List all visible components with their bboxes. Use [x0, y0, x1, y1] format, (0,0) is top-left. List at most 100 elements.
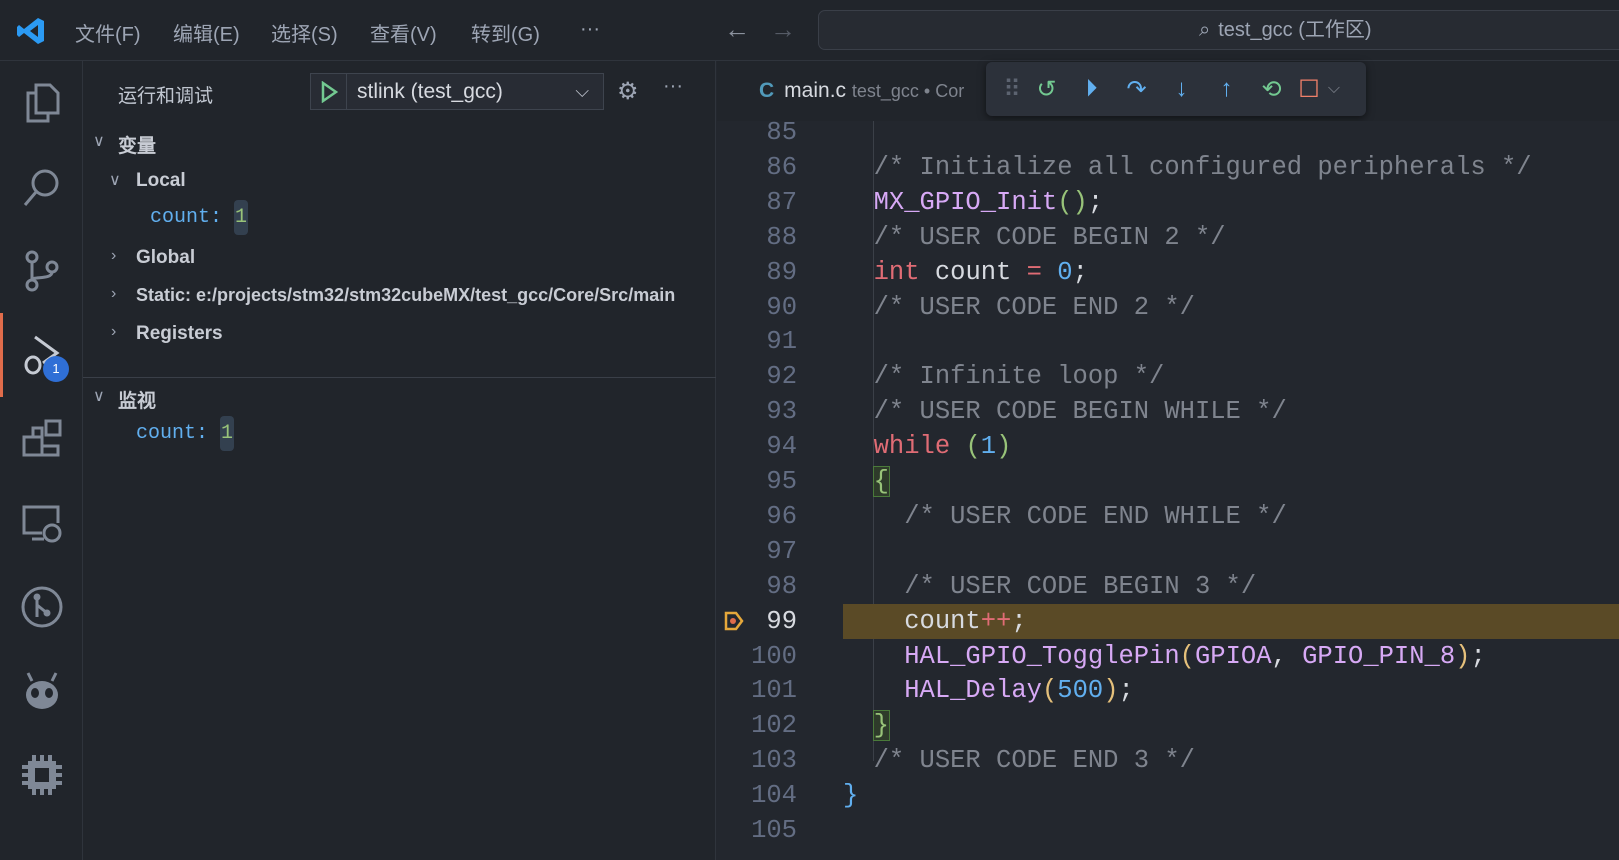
- code-line[interactable]: 101 HAL_Delay(500);: [717, 673, 1619, 708]
- menu-go[interactable]: 转到(G): [471, 18, 540, 47]
- run-debug-icon[interactable]: [0, 313, 83, 397]
- code-line[interactable]: 86 /* Initialize all configured peripher…: [717, 150, 1619, 185]
- code-token: 0: [1057, 257, 1073, 287]
- code-token: while: [873, 432, 951, 462]
- line-code: /* Infinite loop */: [843, 359, 1165, 394]
- menu-view[interactable]: 查看(V): [370, 18, 437, 47]
- command-center-search[interactable]: ⌕ test_gcc (工作区): [818, 10, 1619, 50]
- remote-explorer-icon[interactable]: [0, 481, 83, 565]
- code-token: {: [872, 466, 890, 497]
- scope-global[interactable]: Global: [136, 247, 195, 269]
- more-actions-icon[interactable]: ···: [663, 75, 683, 98]
- code-line[interactable]: 92 /* Infinite loop */: [717, 359, 1619, 394]
- line-number: 89: [766, 257, 797, 287]
- chevron-down-icon[interactable]: ⌵: [1324, 80, 1344, 98]
- menu-selection[interactable]: 选择(S): [271, 18, 338, 47]
- gear-icon[interactable]: ⚙: [617, 77, 639, 106]
- code-line[interactable]: 88 /* USER CODE BEGIN 2 */: [717, 220, 1619, 255]
- continue-reset-icon[interactable]: ↺: [1024, 75, 1069, 104]
- chevron-down-icon[interactable]: ∨: [109, 170, 121, 190]
- step-out-icon[interactable]: ↑: [1204, 75, 1249, 103]
- chip-icon[interactable]: [0, 733, 83, 817]
- watch-expression-count[interactable]: count: 1: [136, 416, 235, 451]
- chevron-down-icon[interactable]: ∨: [93, 386, 105, 406]
- scope-registers[interactable]: Registers: [136, 323, 223, 345]
- source-control-icon[interactable]: [0, 229, 83, 313]
- drag-handle-icon[interactable]: ⠿: [1000, 75, 1024, 104]
- menu-edit[interactable]: 编辑(E): [173, 18, 240, 47]
- code-line[interactable]: 95 {: [717, 464, 1619, 499]
- line-code: }: [843, 778, 858, 813]
- line-number: 98: [766, 571, 797, 601]
- code-line[interactable]: 97: [717, 534, 1619, 569]
- code-token: ;: [1118, 676, 1134, 706]
- line-number: 90: [766, 292, 797, 322]
- start-debug-button[interactable]: [311, 74, 347, 109]
- code-line[interactable]: 99 count++;: [717, 603, 1619, 639]
- code-line[interactable]: 100 HAL_GPIO_TogglePin(GPIOA, GPIO_PIN_8…: [717, 639, 1619, 674]
- search-icon[interactable]: [0, 145, 83, 229]
- code-line[interactable]: 90 /* USER CODE END 2 */: [717, 290, 1619, 325]
- scope-static[interactable]: Static: e:/projects/stm32/stm32cubeMX/te…: [136, 285, 675, 306]
- step-over-icon[interactable]: ↷: [1114, 75, 1159, 104]
- code-token: /* USER CODE BEGIN WHILE */: [843, 397, 1287, 427]
- watch-name: count:: [136, 422, 209, 445]
- git-graph-icon[interactable]: [0, 565, 83, 649]
- code-token: 500: [1057, 676, 1104, 706]
- code-line[interactable]: 102 }: [717, 708, 1619, 743]
- line-number: 92: [766, 362, 797, 392]
- scope-local[interactable]: Local: [136, 170, 186, 192]
- variable-count[interactable]: count: 1: [150, 200, 249, 235]
- line-number: 101: [751, 676, 797, 706]
- chevron-right-icon[interactable]: ›: [111, 247, 116, 265]
- explorer-icon[interactable]: [0, 61, 83, 145]
- chevron-right-icon[interactable]: ›: [111, 285, 116, 303]
- chevron-right-icon[interactable]: ›: [111, 323, 116, 341]
- extensions-icon[interactable]: [0, 397, 83, 481]
- code-token: ,: [1271, 641, 1303, 671]
- chevron-down-icon: ⌵: [575, 81, 589, 101]
- code-token: ): [1103, 676, 1119, 706]
- line-code: /* USER CODE BEGIN 3 */: [843, 569, 1256, 604]
- code-token: (: [1041, 676, 1058, 706]
- step-into-icon[interactable]: ↓: [1159, 75, 1204, 103]
- debug-config-select[interactable]: stlink (test_gcc) ⌵: [310, 73, 604, 110]
- variables-section-header[interactable]: 变量: [118, 131, 156, 158]
- code-line[interactable]: 89 int count = 0;: [717, 255, 1619, 290]
- search-label: test_gcc (工作区): [1218, 19, 1372, 41]
- code-line[interactable]: 91: [717, 324, 1619, 359]
- chevron-down-icon[interactable]: ∨: [93, 131, 105, 151]
- code-editor[interactable]: 85 86 /* Initialize all configured periph…: [717, 121, 1619, 860]
- code-token: /* USER CODE BEGIN 3 */: [843, 571, 1257, 601]
- code-token: (): [1057, 187, 1088, 217]
- line-number: 102: [751, 711, 797, 741]
- watch-value: 1: [220, 416, 235, 451]
- restart-icon[interactable]: ⟲: [1249, 75, 1294, 104]
- line-number: 85: [766, 121, 797, 147]
- code-line[interactable]: 104}: [717, 778, 1619, 813]
- continue-icon[interactable]: ⏵: [1069, 75, 1114, 103]
- back-arrow-icon[interactable]: ←: [724, 14, 750, 45]
- code-line[interactable]: 96 /* USER CODE END WHILE */: [717, 499, 1619, 534]
- tab-main-c[interactable]: Cmain.c test_gcc • Cor: [759, 79, 964, 103]
- code-line[interactable]: 94 while (1): [717, 429, 1619, 464]
- line-code: /* Initialize all configured peripherals…: [843, 150, 1532, 185]
- stop-icon[interactable]: ☐: [1294, 75, 1324, 104]
- platformio-alien-icon[interactable]: [0, 649, 83, 733]
- menu-file[interactable]: 文件(F): [75, 18, 141, 47]
- code-line[interactable]: 98 /* USER CODE BEGIN 3 */: [717, 569, 1619, 604]
- code-line[interactable]: 105: [717, 813, 1619, 848]
- tab-path: test_gcc • Cor: [851, 81, 965, 101]
- code-line[interactable]: 93 /* USER CODE BEGIN WHILE */: [717, 394, 1619, 429]
- code-line[interactable]: 85: [717, 121, 1619, 150]
- menu-more[interactable]: ···: [580, 18, 600, 41]
- code-line[interactable]: 103 /* USER CODE END 3 */: [717, 743, 1619, 778]
- code-line[interactable]: 87 MX_GPIO_Init();: [717, 185, 1619, 220]
- forward-arrow-icon[interactable]: →: [770, 14, 796, 45]
- watch-section-header[interactable]: 监视: [118, 386, 156, 413]
